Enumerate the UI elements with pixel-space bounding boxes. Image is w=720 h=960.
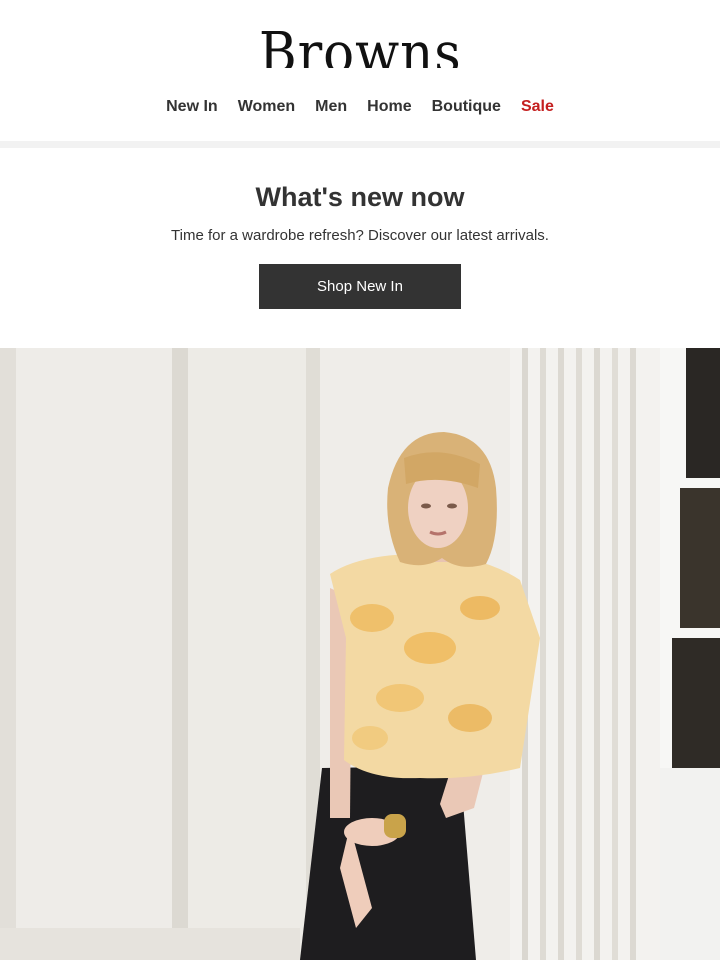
hero-photo-illustration	[0, 348, 720, 960]
shop-new-in-button[interactable]: Shop New In	[259, 264, 461, 309]
browns-logo[interactable]: Browns	[0, 20, 720, 68]
promo-title: What's new now	[255, 182, 465, 212]
main-nav: New In Women Men Home Boutique Sale	[0, 94, 720, 120]
nav-item-boutique[interactable]: Boutique	[432, 94, 501, 120]
nav-item-home[interactable]: Home	[367, 94, 411, 120]
promo-subtitle: Time for a wardrobe refresh? Discover ou…	[171, 227, 549, 244]
nav-item-women[interactable]: Women	[238, 94, 295, 120]
logo-text: Browns	[258, 21, 462, 68]
nav-item-sale[interactable]: Sale	[521, 94, 554, 120]
nav-item-new-in[interactable]: New In	[166, 94, 218, 120]
email-header: Browns New In Women Men Home Boutique Sa…	[0, 0, 720, 141]
section-divider	[0, 141, 720, 148]
hero-image[interactable]	[0, 348, 720, 960]
promo-section: What's new now Time for a wardrobe refre…	[0, 148, 720, 348]
nav-item-men[interactable]: Men	[315, 94, 347, 120]
